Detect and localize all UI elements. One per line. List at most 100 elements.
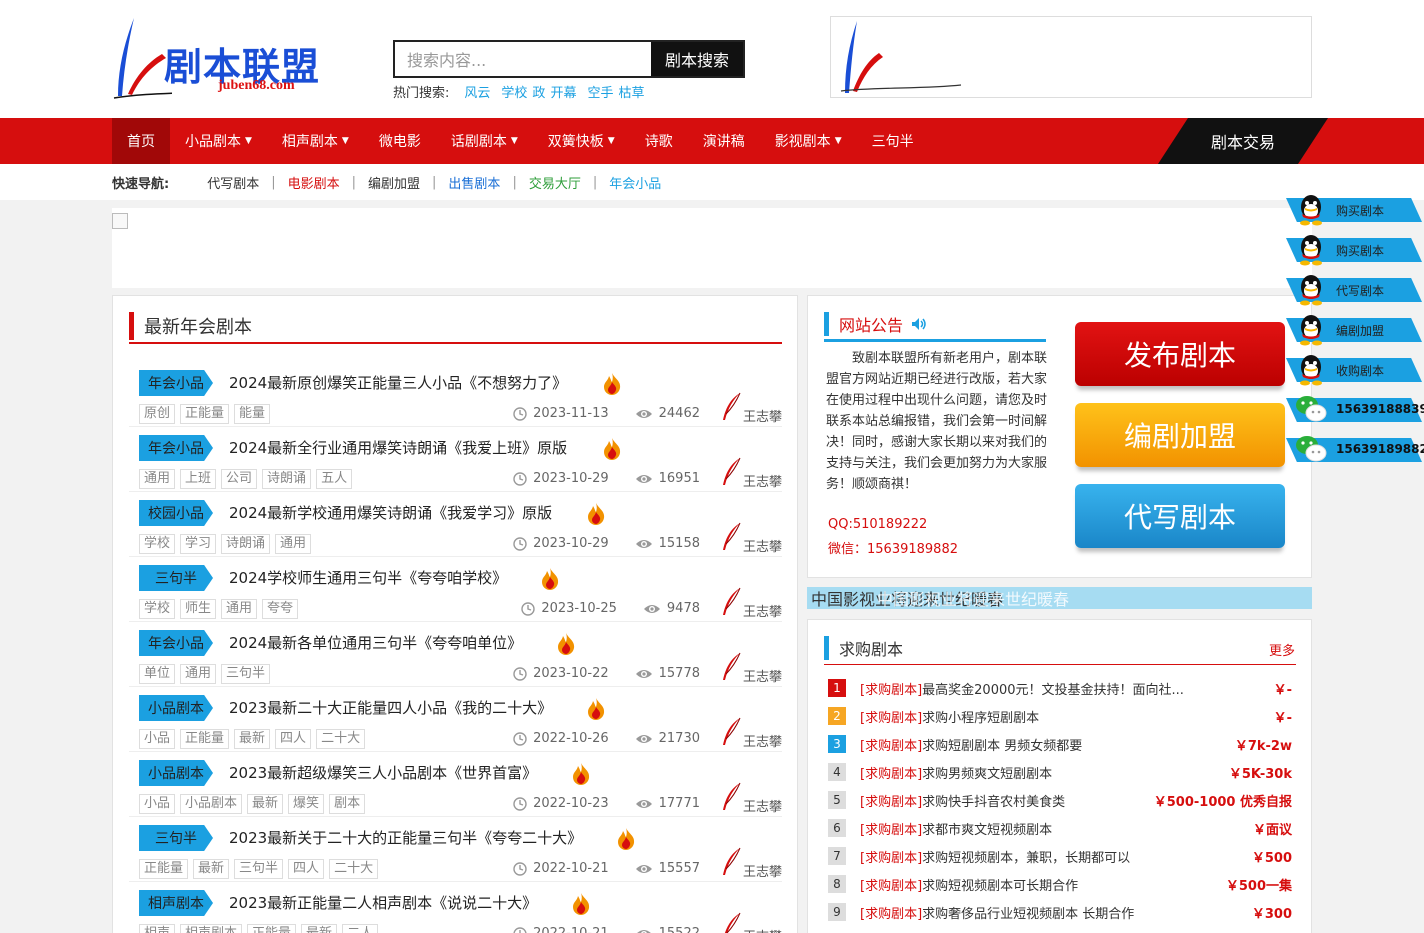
item-title-link[interactable]: 2023最新正能量二人相声剧本《说说二十大》 (229, 892, 537, 913)
quicknav-link[interactable]: 编剧加盟 (356, 173, 432, 192)
item-title-link[interactable]: 2023最新关于二十大的正能量三句半《夸夸二十大》 (229, 827, 582, 848)
tag-link[interactable]: 相声 (139, 924, 176, 933)
nav-item[interactable]: 小品剧本 ▼ (170, 118, 267, 164)
tag-link[interactable]: 爆笑 (288, 794, 325, 814)
list-item[interactable]: 三句半 2024学校师生通用三句半《夸夸咱学校》 学校 师生 通用 夸夸 2023-10-2… (129, 557, 782, 622)
side-tab[interactable]: 购买剧本 (1284, 192, 1424, 232)
tag-link[interactable]: 正能量 (180, 404, 230, 424)
hot-keyword[interactable]: 开幕 (550, 82, 576, 101)
side-tab[interactable]: 代写剧本 (1284, 272, 1424, 312)
tag-link[interactable]: 能量 (234, 404, 271, 424)
tag-link[interactable]: 最新 (301, 924, 338, 933)
nav-item[interactable]: 微电影 (364, 118, 436, 164)
quicknav-link[interactable]: 代写剧本 (195, 173, 271, 192)
item-title-link[interactable]: 2024最新原创爆笑正能量三人小品《不想努力了》 (229, 372, 567, 393)
search-input[interactable]: 搜索内容... (395, 42, 651, 76)
item-author[interactable]: 王志攀 (720, 392, 782, 425)
buy-row[interactable]: 8 [求购剧本] 求购短视频剧本可长期合作 ￥500一集 (828, 870, 1296, 898)
nav-item[interactable]: 话剧剧本 ▼ (436, 118, 533, 164)
list-item[interactable]: 年会小品 2024最新全行业通用爆笑诗朗诵《我爱上班》原版 通用 上班 公司 诗朗诵 五人 2… (129, 427, 782, 492)
item-author[interactable]: 王志攀 (720, 782, 782, 815)
writer-join-button[interactable]: 编剧加盟 (1075, 403, 1285, 467)
item-title-link[interactable]: 2024学校师生通用三句半《夸夸咱学校》 (229, 567, 507, 588)
tag-link[interactable]: 相声剧本 (180, 924, 243, 933)
buy-row[interactable]: 5 [求购剧本] 求购快手抖音农村美食类 ￥500-1000 优秀自报 (828, 786, 1296, 814)
tag-link[interactable]: 原创 (139, 404, 176, 424)
item-author[interactable]: 王志攀 (720, 912, 782, 933)
tag-link[interactable]: 诗朗诵 (262, 469, 312, 489)
tag-link[interactable]: 二人 (342, 924, 379, 933)
category-badge[interactable]: 相声剧本 (139, 890, 213, 916)
ghostwrite-button[interactable]: 代写剧本 (1075, 484, 1285, 548)
tag-link[interactable]: 二十大 (316, 729, 366, 749)
list-item[interactable]: 年会小品 2024最新原创爆笑正能量三人小品《不想努力了》 原创 正能量 能量 2023-… (129, 362, 782, 427)
quicknav-link[interactable]: 交易大厅 (517, 173, 593, 192)
side-tab[interactable]: 15639189882 (1284, 432, 1424, 472)
quicknav-link[interactable]: 出售剧本 (436, 173, 512, 192)
search-button[interactable]: 剧本搜索 (651, 42, 743, 76)
hot-keyword[interactable]: 政 (532, 82, 545, 101)
tag-link[interactable]: 小品 (139, 729, 176, 749)
nav-item[interactable]: 双簧快板 ▼ (533, 118, 630, 164)
quicknav-link[interactable]: 电影剧本 (276, 173, 352, 192)
item-title-link[interactable]: 2024最新学校通用爆笑诗朗诵《我爱学习》原版 (229, 502, 552, 523)
buy-row[interactable]: 9 [求购剧本] 求购奢侈品行业短视频剧本 长期合作 ￥300 (828, 898, 1296, 926)
side-tab[interactable]: 购买剧本 (1284, 232, 1424, 272)
tag-link[interactable]: 正能量 (247, 924, 297, 933)
tag-link[interactable]: 最新 (193, 859, 230, 879)
site-logo[interactable]: 剧本联盟 juben68.com (112, 14, 332, 100)
list-item[interactable]: 校园小品 2024最新学校通用爆笑诗朗诵《我爱学习》原版 学校 学习 诗朗诵 通用 2023… (129, 492, 782, 557)
buy-row[interactable]: 1 [求购剧本] 最高奖金20000元！文投基金扶持！面向社... ￥- (828, 674, 1296, 702)
hot-keyword[interactable]: 枯草 (618, 82, 644, 101)
side-tab[interactable]: 编剧加盟 (1284, 312, 1424, 352)
tag-link[interactable]: 通用 (275, 534, 312, 554)
tag-link[interactable]: 单位 (139, 664, 176, 684)
tag-link[interactable]: 学校 (139, 599, 176, 619)
buy-title-link[interactable]: 最高奖金20000元！文投基金扶持！面向社... (922, 679, 1184, 698)
buy-title-link[interactable]: 求购短剧剧本 男频女频都要 (922, 735, 1082, 754)
tag-link[interactable]: 学校 (139, 534, 176, 554)
nav-item[interactable]: 三句半 (857, 118, 929, 164)
category-badge[interactable]: 小品剧本 (139, 695, 213, 721)
category-badge[interactable]: 年会小品 (139, 630, 213, 656)
buy-title-link[interactable]: 求购小程序短剧剧本 (922, 707, 1039, 726)
buy-title-link[interactable]: 求购快手抖音农村美食类 (922, 791, 1065, 810)
tag-link[interactable]: 正能量 (139, 859, 189, 879)
tag-link[interactable]: 上班 (180, 469, 217, 489)
buy-row[interactable]: 3 [求购剧本] 求购短剧剧本 男频女频都要 ￥7k-2w (828, 730, 1296, 758)
quicknav-link[interactable]: 年会小品 (597, 173, 673, 192)
nav-item[interactable]: 影视剧本 ▼ (760, 118, 857, 164)
item-title-link[interactable]: 2024最新全行业通用爆笑诗朗诵《我爱上班》原版 (229, 437, 567, 458)
header-banner-ad[interactable] (830, 16, 1312, 98)
buy-title-link[interactable]: 求购奢侈品行业短视频剧本 长期合作 (922, 903, 1134, 922)
movie-banner[interactable]: 中国影视业将迎来世纪暖春 中国影视业将迎来世纪暖春 (807, 587, 1312, 609)
hot-keyword[interactable]: 空手 (587, 82, 613, 101)
ad-banner[interactable] (112, 208, 1312, 288)
list-item[interactable]: 小品剧本 2023最新超级爆笑三人小品剧本《世界首富》 小品 小品剧本 最新 爆笑 剧本 20… (129, 752, 782, 817)
item-author[interactable]: 王志攀 (720, 522, 782, 555)
category-badge[interactable]: 年会小品 (139, 370, 213, 396)
list-item[interactable]: 相声剧本2023最新正能量二人相声剧本《说说二十大》相声相声剧本正能量最新二人2… (129, 882, 782, 933)
tag-link[interactable]: 剧本 (329, 794, 366, 814)
side-tab[interactable]: 收购剧本 (1284, 352, 1424, 392)
tag-link[interactable]: 最新 (247, 794, 284, 814)
nav-item[interactable]: 相声剧本 ▼ (267, 118, 364, 164)
tag-link[interactable]: 二十大 (329, 859, 379, 879)
publish-script-button[interactable]: 发布剧本 (1075, 322, 1285, 386)
hot-keyword[interactable]: 学校 (501, 82, 527, 101)
nav-item[interactable]: 首页 (112, 118, 170, 164)
tag-link[interactable]: 三句半 (221, 664, 271, 684)
buy-title-link[interactable]: 求都市爽文短视频剧本 (922, 819, 1052, 838)
tag-link[interactable]: 师生 (180, 599, 217, 619)
item-author[interactable]: 王志攀 (720, 652, 782, 685)
tag-link[interactable]: 通用 (221, 599, 258, 619)
nav-item[interactable]: 诗歌 (630, 118, 688, 164)
list-item[interactable]: 年会小品 2024最新各单位通用三句半《夸夸咱单位》 单位 通用 三句半 2023-10-… (129, 622, 782, 687)
item-author[interactable]: 王志攀 (720, 587, 782, 620)
buy-row[interactable]: 4 [求购剧本] 求购男频爽文短剧剧本 ￥5K-30k (828, 758, 1296, 786)
tag-link[interactable]: 通用 (139, 469, 176, 489)
category-badge[interactable]: 年会小品 (139, 435, 213, 461)
buy-title-link[interactable]: 求购短视频剧本，兼职，长期都可以 (922, 847, 1130, 866)
buy-title-link[interactable]: 求购短视频剧本可长期合作 (922, 875, 1078, 894)
buy-row[interactable]: 6 [求购剧本] 求都市爽文短视频剧本 ￥面议 (828, 814, 1296, 842)
